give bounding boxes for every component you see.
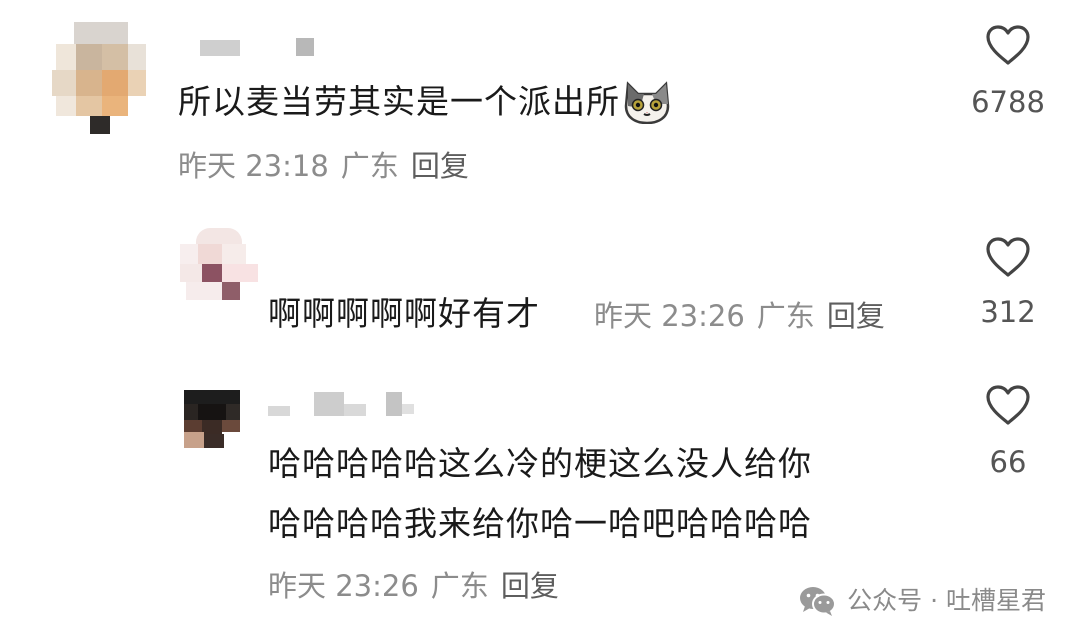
reply-text-line-1: 哈哈哈哈哈这么冷的梗这么没人给你 (268, 444, 812, 483)
like-button[interactable]: 66 (963, 384, 1053, 482)
like-count: 66 (989, 445, 1027, 479)
heart-icon (986, 237, 1030, 277)
heart-icon (986, 385, 1030, 425)
username-blurred[interactable] (268, 392, 428, 418)
comment-text: 所以麦当劳其实是一个派出所 (178, 80, 672, 124)
avatar[interactable] (48, 22, 148, 134)
comment-meta: 昨天 23:26 广东 回复 (268, 566, 571, 606)
like-count: 6788 (971, 85, 1045, 119)
heart-icon (986, 25, 1030, 65)
reply-button[interactable]: 回复 (827, 299, 885, 333)
cat-face-emoji (624, 80, 670, 124)
reply-button[interactable]: 回复 (411, 149, 469, 183)
like-button[interactable]: 312 (963, 236, 1053, 332)
watermark-text: 公众号 · 吐槽星君 (847, 586, 1046, 615)
comment-meta: 昨天 23:18 广东 回复 (178, 146, 481, 186)
avatar[interactable] (184, 390, 240, 448)
comment-thread: 所以麦当劳其实是一个派出所 昨天 23:18 广东 回复 6788 啊啊啊啊啊好… (0, 0, 1080, 642)
comment-time: 昨天 23:18 (178, 149, 329, 183)
like-button[interactable]: 6788 (963, 24, 1053, 122)
like-count: 312 (980, 295, 1036, 329)
comment-location: 广东 (430, 569, 489, 603)
reply-button[interactable]: 回复 (501, 569, 559, 603)
reply-text-line-2: 哈哈哈哈我来给你哈一哈吧哈哈哈哈 (268, 504, 812, 543)
wechat-icon (800, 587, 837, 616)
avatar[interactable] (176, 228, 262, 300)
reply-text: 啊啊啊啊啊好有才 (268, 294, 540, 333)
comment-location: 广东 (340, 149, 399, 183)
comment-location: 广东 (756, 299, 815, 333)
comment-time: 昨天 23:26 (268, 569, 419, 603)
username-blurred[interactable] (200, 38, 320, 58)
comment-time: 昨天 23:26 (594, 299, 745, 333)
watermark: 公众号 · 吐槽星君 (799, 584, 1046, 618)
comment-meta: 昨天 23:26 广东 回复 (594, 296, 897, 336)
